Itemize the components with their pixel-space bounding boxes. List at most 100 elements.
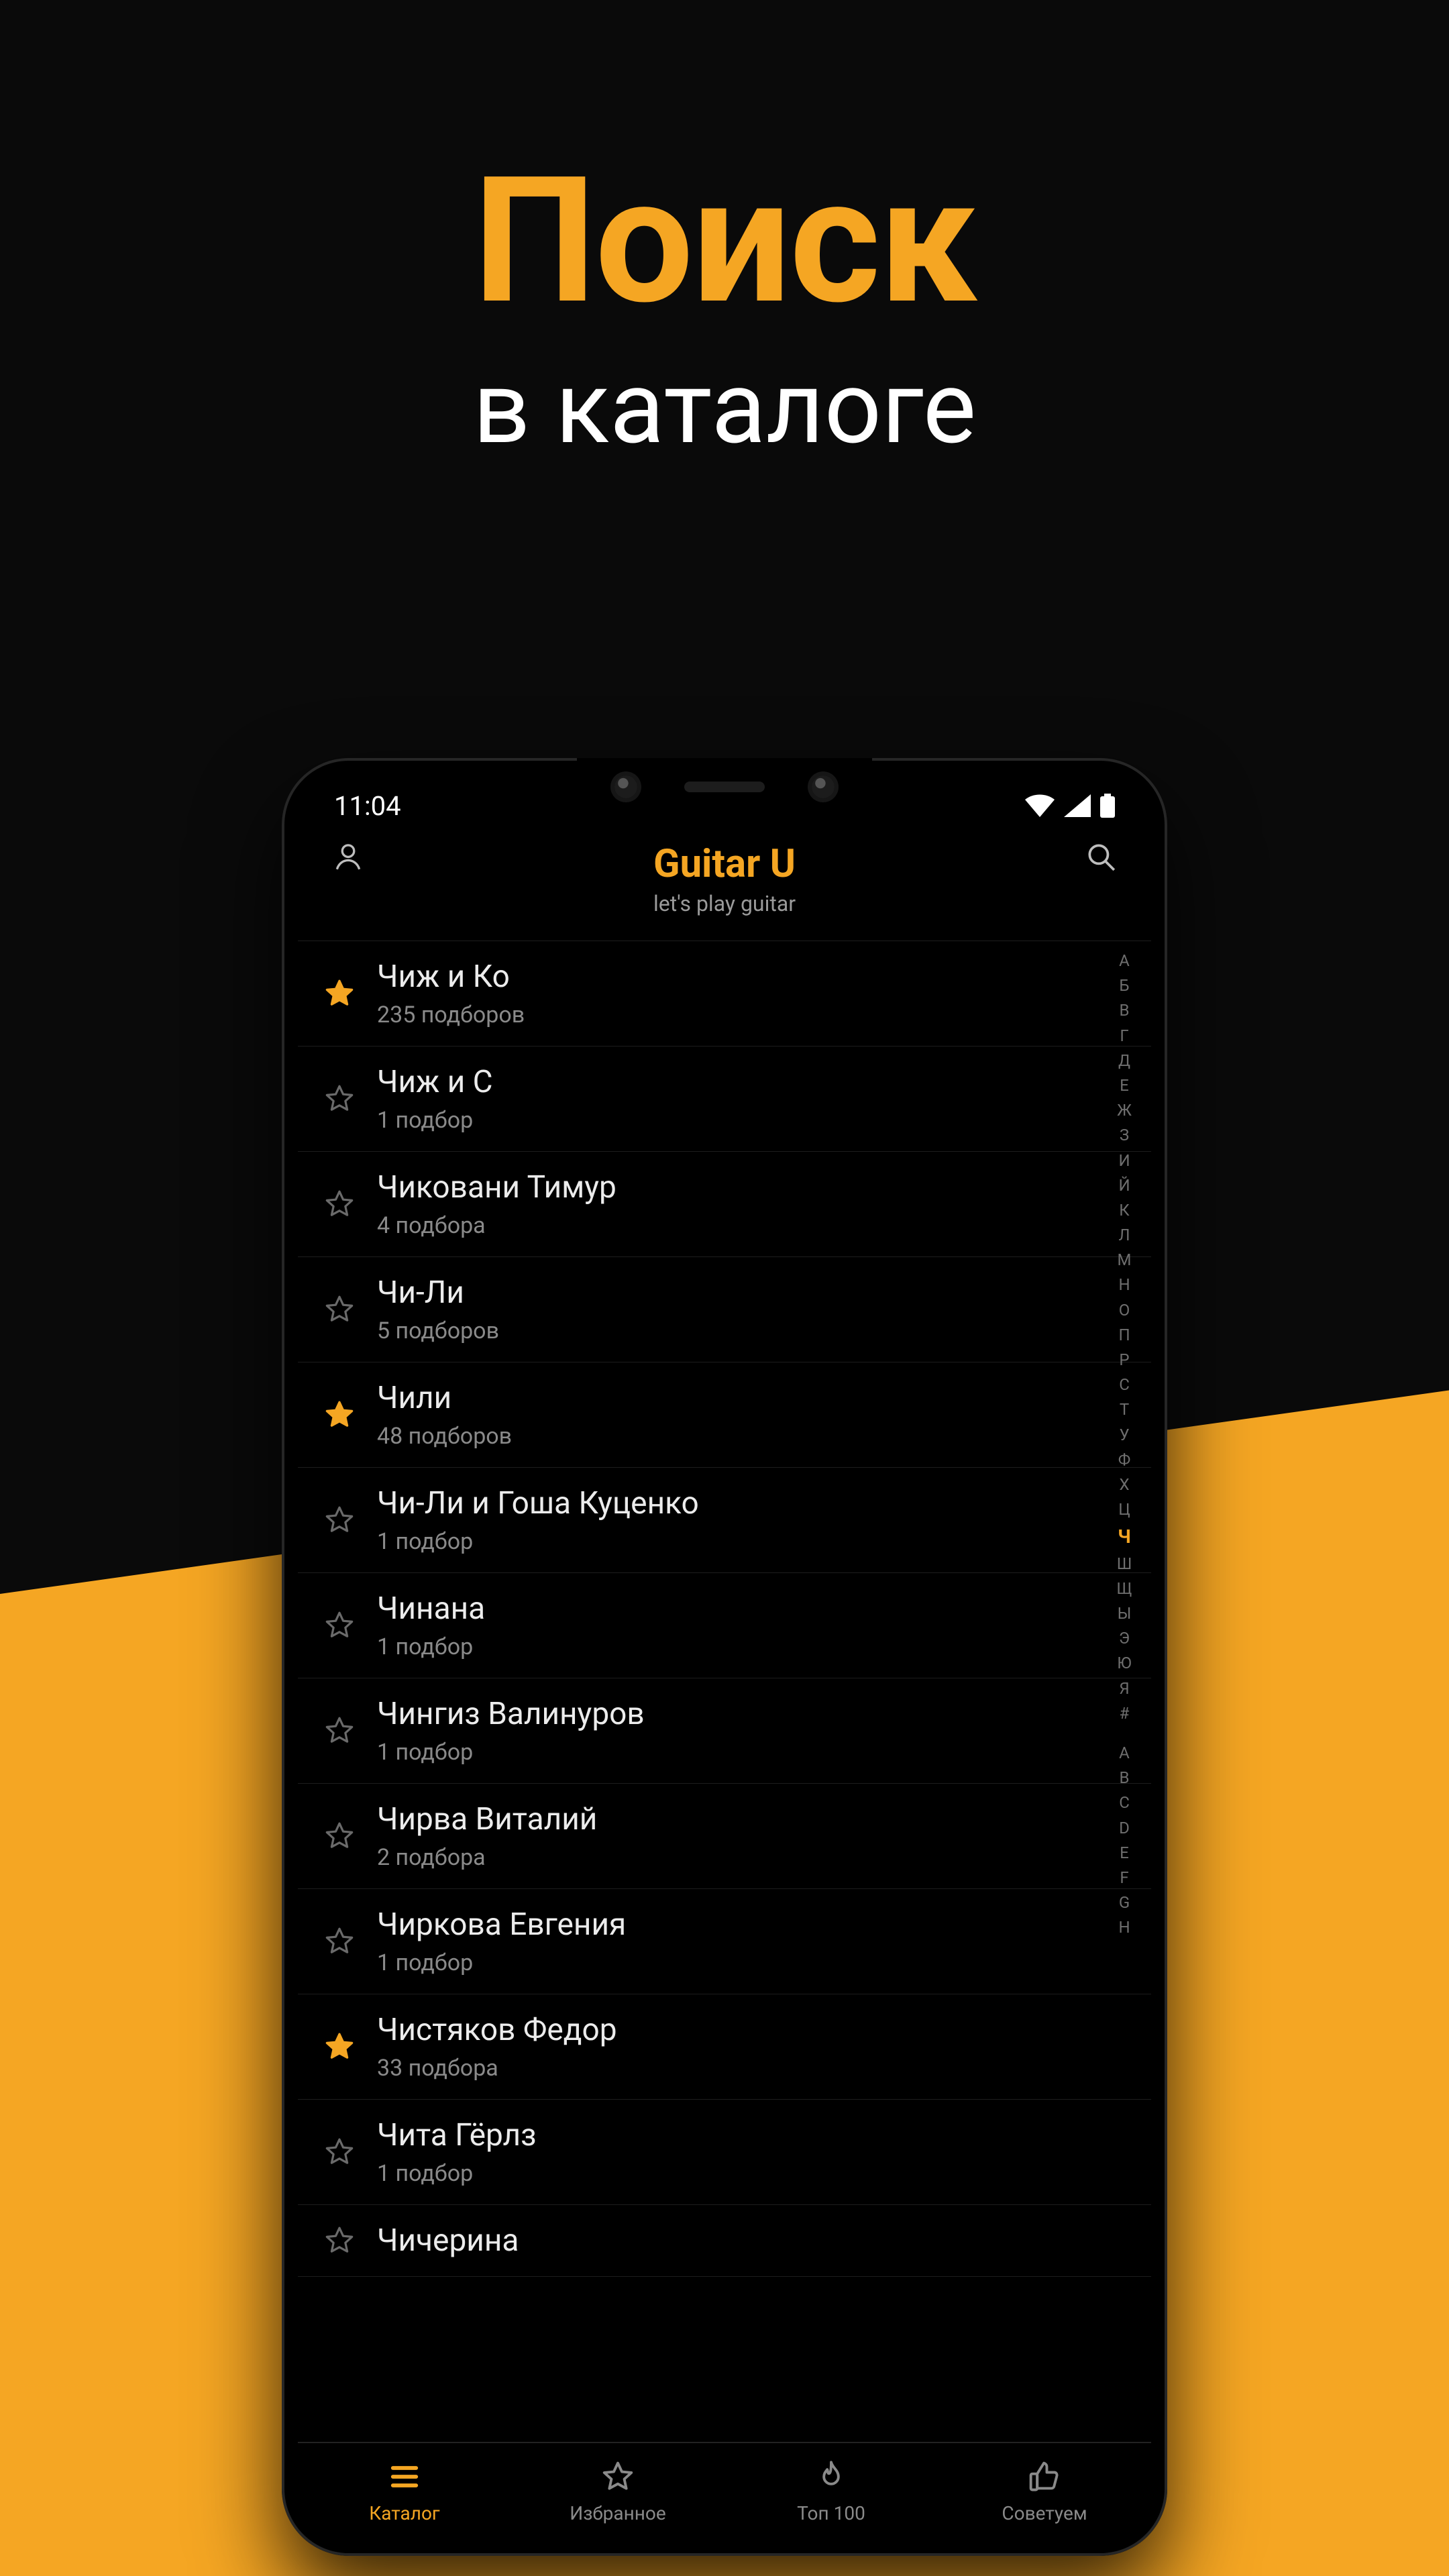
tab-thumb[interactable]: Советуем (938, 2443, 1151, 2540)
alpha-letter[interactable]: Л (1119, 1223, 1130, 1248)
favorite-star-icon[interactable] (323, 2224, 356, 2257)
alpha-letter[interactable]: О (1119, 1298, 1130, 1323)
alpha-letter[interactable]: Н (1118, 1273, 1130, 1297)
list-item[interactable]: Чиковани Тимур 4 подбора (298, 1152, 1151, 1257)
alpha-letter[interactable]: Й (1118, 1173, 1130, 1198)
artist-name: Чингиз Валинуров (377, 1696, 1119, 1732)
app-header: Guitar U let's play guitar (298, 837, 1151, 941)
alpha-letter[interactable]: К (1119, 1198, 1129, 1223)
list-item[interactable]: Чинана 1 подбор (298, 1573, 1151, 1678)
alpha-letter[interactable]: Е (1120, 1073, 1129, 1098)
artist-count: 1 подбор (377, 1949, 1119, 1976)
alpha-letter[interactable]: Ф (1118, 1448, 1131, 1472)
artist-count: 48 подборов (377, 1423, 1119, 1450)
alpha-letter[interactable]: Ы (1118, 1601, 1132, 1626)
artist-name: Чиж и Ко (377, 959, 1119, 995)
status-time: 11:04 (334, 790, 401, 822)
alpha-letter[interactable]: Я (1119, 1676, 1129, 1701)
app-tagline: let's play guitar (298, 891, 1151, 916)
alpha-letter[interactable]: И (1118, 1148, 1130, 1173)
favorite-star-icon[interactable] (323, 977, 356, 1010)
artist-name: Чи-Ли (377, 1275, 1119, 1311)
favorite-star-icon[interactable] (323, 1925, 356, 1957)
favorite-star-icon[interactable] (323, 1293, 356, 1326)
artist-count: 2 подбора (377, 1844, 1119, 1871)
alpha-letter[interactable]: G (1119, 1890, 1130, 1915)
list-item[interactable]: Чиркова Евгения 1 подбор (298, 1889, 1151, 1994)
alpha-letter[interactable]: # (1120, 1701, 1130, 1726)
favorite-star-icon[interactable] (323, 1820, 356, 1852)
alpha-letter[interactable]: Э (1119, 1626, 1130, 1651)
list-item[interactable]: Чистяков Федор 33 подбора (298, 1994, 1151, 2100)
artist-count: 4 подбора (377, 1212, 1119, 1239)
phone-frame: 11:04 Guitar U let's play guitar (282, 758, 1167, 2556)
list-item[interactable]: Чингиз Валинуров 1 подбор (298, 1678, 1151, 1784)
favorite-star-icon[interactable] (323, 2031, 356, 2063)
alpha-letter[interactable]: Р (1119, 1348, 1129, 1373)
tab-label: Советуем (1002, 2502, 1087, 2524)
favorite-star-icon[interactable] (323, 2136, 356, 2168)
artist-name: Чили (377, 1380, 1119, 1416)
alpha-letter[interactable]: E (1120, 1841, 1129, 1866)
favorite-star-icon[interactable] (323, 1083, 356, 1115)
alpha-letter[interactable]: A (1119, 1741, 1130, 1766)
alpha-letter[interactable]: F (1120, 1866, 1128, 1890)
alpha-letter[interactable]: Ц (1118, 1497, 1130, 1522)
list-item[interactable]: Чили 48 подборов (298, 1362, 1151, 1468)
wifi-icon (1025, 794, 1055, 817)
tab-flame[interactable]: Топ 100 (724, 2443, 938, 2540)
artist-name: Чирва Виталий (377, 1801, 1119, 1837)
alpha-letter[interactable]: B (1120, 1766, 1130, 1790)
alpha-letter[interactable]: С (1119, 1373, 1130, 1397)
list-item[interactable]: Чи-Ли и Гоша Куценко 1 подбор (298, 1468, 1151, 1573)
profile-button[interactable] (331, 840, 365, 876)
favorite-star-icon[interactable] (323, 1609, 356, 1642)
alpha-letter[interactable]: Ш (1117, 1552, 1132, 1576)
artist-name: Чичерина (377, 2222, 1119, 2259)
tab-label: Топ 100 (797, 2502, 865, 2524)
alpha-letter[interactable]: Ю (1117, 1651, 1131, 1676)
alpha-letter[interactable]: Т (1120, 1397, 1129, 1422)
alpha-letter[interactable]: П (1118, 1323, 1130, 1348)
tab-menu[interactable]: Каталог (298, 2443, 511, 2540)
alpha-letter[interactable]: З (1120, 1123, 1129, 1148)
profile-icon (331, 840, 365, 873)
list-item[interactable]: Чичерина (298, 2205, 1151, 2277)
alpha-letter[interactable]: А (1119, 949, 1130, 973)
favorite-star-icon[interactable] (323, 1188, 356, 1220)
favorite-star-icon[interactable] (323, 1399, 356, 1431)
artist-count: 5 подборов (377, 1318, 1119, 1344)
tab-star[interactable]: Избранное (511, 2443, 724, 2540)
tab-label: Каталог (369, 2502, 439, 2524)
artist-name: Чи-Ли и Гоша Куценко (377, 1485, 1119, 1521)
app-title: Guitar U (298, 841, 1151, 887)
menu-icon (387, 2459, 422, 2497)
favorite-star-icon[interactable] (323, 1504, 356, 1536)
list-item[interactable]: Чирва Виталий 2 подбора (298, 1784, 1151, 1889)
list-item[interactable]: Чиж и Ко 235 подборов (298, 941, 1151, 1046)
alpha-letter[interactable]: Щ (1116, 1576, 1132, 1601)
alpha-letter[interactable]: C (1119, 1790, 1130, 1815)
hero-title: Поиск (0, 154, 1449, 329)
alpha-letter[interactable]: Ж (1117, 1098, 1132, 1123)
list-item[interactable]: Чиж и С 1 подбор (298, 1046, 1151, 1152)
artist-count: 1 подбор (377, 1739, 1119, 1766)
favorite-star-icon[interactable] (323, 1715, 356, 1747)
alpha-letter[interactable]: Х (1119, 1472, 1129, 1497)
alpha-letter[interactable]: Г (1120, 1024, 1128, 1049)
artist-list[interactable]: Чиж и Ко 235 подборов Чиж и С 1 подбор Ч… (298, 941, 1151, 2442)
tab-bar: Каталог Избранное Топ 100 Советуем (298, 2442, 1151, 2540)
alpha-letter[interactable]: Б (1119, 973, 1129, 998)
artist-name: Чинана (377, 1591, 1119, 1627)
alpha-letter[interactable]: Д (1118, 1049, 1130, 1073)
alpha-letter[interactable]: М (1118, 1248, 1132, 1273)
alpha-letter[interactable]: У (1119, 1423, 1129, 1448)
search-button[interactable] (1084, 840, 1118, 876)
alpha-letter[interactable]: Ч (1118, 1522, 1130, 1551)
list-item[interactable]: Чи-Ли 5 подборов (298, 1257, 1151, 1362)
list-item[interactable]: Чита Гёрлз 1 подбор (298, 2100, 1151, 2205)
alpha-index[interactable]: АБВГДЕЖЗИЙКЛМНОПРСТУФХЦЧШЩЫЭЮЯ# ABCDEFGH (1107, 941, 1142, 2442)
alpha-letter[interactable]: В (1120, 998, 1130, 1023)
alpha-letter[interactable]: H (1118, 1915, 1130, 1940)
alpha-letter[interactable]: D (1119, 1816, 1130, 1841)
